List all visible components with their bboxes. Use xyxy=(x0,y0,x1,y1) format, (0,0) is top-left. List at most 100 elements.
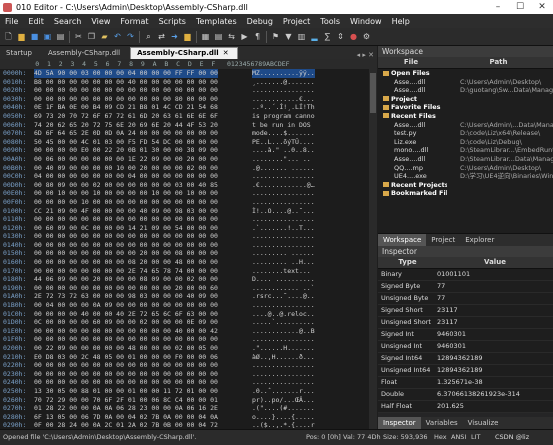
hex-bytes[interactable]: 2E 72 73 72 63 00 00 00 98 03 00 00 00 4… xyxy=(34,292,218,301)
hex-ascii[interactable]: pr)..po/...ŒÄ... xyxy=(252,396,315,405)
tab-visualize[interactable]: Visualize xyxy=(463,417,504,429)
inspector-value[interactable]: 12894362189 xyxy=(437,353,553,364)
hex-bytes[interactable]: 00 00 00 00 E0 00 22 20 0B 01 30 00 00 3… xyxy=(34,146,218,155)
workspace-file-item[interactable]: UE4....exe D:\学习\UE4逆向\Binaries\Win64\Deb… xyxy=(378,172,553,181)
menu-edit[interactable]: Edit xyxy=(23,17,49,26)
inspector-value[interactable]: 9460301 xyxy=(437,341,553,352)
calculator-icon[interactable]: ▥ xyxy=(296,31,307,42)
hex-row[interactable]: 0160h: 00 00 00 00 00 00 00 00 08 20 00 0… xyxy=(0,258,377,267)
goto-icon[interactable]: ➜ xyxy=(169,31,180,42)
format-icon[interactable]: ¶ xyxy=(252,31,263,42)
hex-row[interactable]: 0030h: 00 00 00 00 00 00 00 00 00 00 00 0… xyxy=(0,95,377,104)
hex-row[interactable]: 01D0h: 0C 00 00 00 00 60 09 00 00 02 00 0… xyxy=(0,318,377,327)
move-icon[interactable]: ⇕ xyxy=(335,31,346,42)
hex-ascii[interactable]: .0..ˆ.......r... xyxy=(252,387,315,396)
tab-nav-icons[interactable]: ◂ ▸ ✕ xyxy=(357,51,377,59)
histogram-icon[interactable]: ▂ xyxy=(309,31,320,42)
hex-bytes[interactable]: 13 30 05 00 88 01 00 00 01 00 00 11 72 0… xyxy=(34,387,218,396)
hex-bytes[interactable]: 00 22 09 00 00 00 00 00 48 00 00 00 02 0… xyxy=(34,344,218,353)
hex-row[interactable]: 00D0h: 00 80 09 00 00 02 00 00 00 00 00 0… xyxy=(0,181,377,190)
hex-ascii[interactable]: ................ xyxy=(252,361,315,370)
inspector-row[interactable]: Unsigned Byte 77 xyxy=(378,293,553,305)
minimize-button[interactable]: – xyxy=(487,2,509,12)
hex-row[interactable]: 0050h: 69 73 20 70 72 6F 67 72 61 6D 20 6… xyxy=(0,112,377,121)
hex-ascii[interactable]: ................ xyxy=(252,172,315,181)
inspector-row[interactable]: Signed Int64 12894362189 xyxy=(378,353,553,365)
inspector-value[interactable]: 01001101 xyxy=(437,269,553,280)
hex-ascii[interactable]: .rsrc...˜....@.. xyxy=(252,292,315,301)
hex-bytes[interactable]: 00 40 09 00 00 00 00 10 00 20 00 00 00 0… xyxy=(34,164,218,173)
hex-row[interactable]: 00F0h: 00 00 00 00 10 00 00 00 00 00 00 0… xyxy=(0,198,377,207)
hex-ascii[interactable]: ................ xyxy=(252,189,315,198)
workspace-section[interactable]: Recent Files xyxy=(378,112,553,121)
hex-ascii[interactable]: D.... .......... xyxy=(252,275,315,284)
hex-bytes[interactable]: 70 72 29 00 00 70 6F 2F 01 00 06 8C C4 0… xyxy=(34,396,218,405)
col-path[interactable]: Path xyxy=(444,57,553,68)
workspace-file-item[interactable]: Asse....dll C:\Users\Admin\...Data\Manage… xyxy=(378,121,553,130)
menu-format[interactable]: Format xyxy=(115,17,153,26)
next-bookmark-icon[interactable]: ▼ xyxy=(283,31,294,42)
hex-bytes[interactable]: 00 00 00 00 00 00 00 00 00 00 00 00 20 0… xyxy=(34,284,218,293)
menu-project[interactable]: Project xyxy=(278,17,315,26)
hex-row[interactable]: 0080h: 50 45 00 00 4C 01 03 00 F5 FD 54 D… xyxy=(0,138,377,147)
workspace-file-item[interactable]: Asse....dll C:\Users\Admin\Desktop\ xyxy=(378,78,553,87)
tab-workspace[interactable]: Workspace xyxy=(378,234,427,246)
hex-bytes[interactable]: 0E 1F BA 0E 00 B4 09 CD 21 B8 01 4C CD 2… xyxy=(34,103,218,112)
tab-assembly-1[interactable]: Assembly-CSharp.dll xyxy=(42,48,128,59)
hex-ascii[interactable]: o....}....{..... xyxy=(252,413,315,422)
hex-ascii[interactable]: PE..L...õýTÜ.... xyxy=(252,138,315,147)
hex-bytes[interactable]: 00 00 00 00 00 00 00 00 00 00 00 00 00 0… xyxy=(34,378,218,387)
find-icon[interactable]: ⌕ xyxy=(143,31,154,42)
hex-row[interactable]: 01B0h: 00 04 00 00 00 0A 09 00 00 00 00 0… xyxy=(0,301,377,310)
undo-icon[interactable]: ↶ xyxy=(112,31,123,42)
hex-row[interactable]: 00C0h: 04 00 00 00 00 00 00 00 04 00 00 0… xyxy=(0,172,377,181)
inspector-row[interactable]: Signed Short 23117 xyxy=(378,305,553,317)
hex-row[interactable]: 0210h: E0 D8 03 00 2C 48 05 00 01 00 00 0… xyxy=(0,353,377,362)
hex-row[interactable]: 00A0h: 00 06 00 00 00 00 00 00 1E 22 09 0… xyxy=(0,155,377,164)
hex-bytes[interactable]: 0F 00 28 24 00 0A 2C 01 2A 02 7B 0B 00 0… xyxy=(34,421,218,429)
hex-ascii[interactable]: ..º..´.Í!¸.LÍ!Th xyxy=(252,103,315,112)
tab-project[interactable]: Project xyxy=(426,234,460,246)
hex-bytes[interactable]: 00 04 00 00 00 0A 09 00 00 00 00 00 00 0… xyxy=(34,301,218,310)
paste-icon[interactable]: ▰ xyxy=(99,31,110,42)
hex-bytes[interactable]: 01 28 22 00 00 0A 0A 06 28 23 00 00 0A 0… xyxy=(34,404,218,413)
menu-file[interactable]: File xyxy=(0,17,23,26)
hex-bytes[interactable]: 00 80 09 00 00 02 00 00 00 00 00 00 03 0… xyxy=(34,181,218,190)
replace-icon[interactable]: ⇄ xyxy=(156,31,167,42)
text-mode-icon[interactable]: ▤ xyxy=(213,31,224,42)
compare-icon[interactable]: ⇆ xyxy=(226,31,237,42)
inspector-value[interactable]: 12894362189 xyxy=(437,365,553,376)
hex-row[interactable]: 0090h: 00 00 00 00 E0 00 22 20 0B 01 30 0… xyxy=(0,146,377,155)
hex-row[interactable]: 0140h: 00 00 00 00 00 00 00 00 00 00 00 0… xyxy=(0,241,377,250)
hex-bytes[interactable]: 0C 00 00 00 00 60 09 00 00 02 00 00 00 0… xyxy=(34,318,218,327)
hex-ascii[interactable]: ................ xyxy=(252,232,315,241)
hex-bytes[interactable]: 00 00 00 00 00 00 00 00 2E 74 65 78 74 0… xyxy=(34,267,218,276)
workspace-file-item[interactable]: test.py D:\code\Liz\x64\Release\ xyxy=(378,129,553,138)
copy-icon[interactable]: ❐ xyxy=(86,31,97,42)
workspace-file-item[interactable]: Asse....dll D:\guotang\Sw...Data\Managed\ xyxy=(378,86,553,95)
menu-search[interactable]: Search xyxy=(49,17,86,26)
hex-ascii[interactable]: ........text... xyxy=(252,267,311,276)
hex-bytes[interactable]: CC 21 09 00 4F 00 00 00 00 40 09 00 98 0… xyxy=(34,207,218,216)
hex-row[interactable]: 0280h: 6F 13 05 00 06 7D 0A 00 04 02 7B 0… xyxy=(0,413,377,422)
hex-bytes[interactable]: 00 00 00 00 00 00 00 00 00 00 00 00 00 0… xyxy=(34,232,218,241)
hex-ascii[interactable]: .....`.......... xyxy=(252,318,315,327)
workspace-file-item[interactable]: Asse....dll D:\SteamLibrar...Data\Managed… xyxy=(378,155,553,164)
hex-ascii[interactable]: ..($..,.*.{....r xyxy=(252,421,315,429)
hex-row[interactable]: 0180h: 44 06 09 00 00 20 00 00 00 08 09 0… xyxy=(0,275,377,284)
print-icon[interactable]: ▤ xyxy=(55,31,66,42)
hex-row[interactable]: 0270h: 01 28 22 00 00 0A 0A 06 28 23 00 0… xyxy=(0,404,377,413)
inspector-value[interactable]: 23117 xyxy=(437,317,553,328)
inspector-row[interactable]: Unsigned Int64 12894362189 xyxy=(378,365,553,377)
hex-bytes[interactable]: 00 00 00 00 10 00 00 00 00 00 00 00 00 0… xyxy=(34,198,218,207)
hex-bytes[interactable]: 00 00 00 00 00 00 00 00 00 00 00 00 00 0… xyxy=(34,361,218,370)
redo-icon[interactable]: ↷ xyxy=(125,31,136,42)
vertical-scrollbar[interactable] xyxy=(369,69,377,429)
hex-bytes[interactable]: 00 60 09 00 0C 00 00 00 14 21 09 00 54 0… xyxy=(34,224,218,233)
hex-row[interactable]: 0220h: 00 00 00 00 00 00 00 00 00 00 00 0… xyxy=(0,361,377,370)
workspace-file-item[interactable]: Liz.exe D:\code\Liz\Debug\ xyxy=(378,138,553,147)
hex-ascii[interactable]: ................ xyxy=(252,370,315,379)
hex-ascii[interactable]: is program canno xyxy=(252,112,315,121)
settings-icon[interactable]: ⚙ xyxy=(361,31,372,42)
hex-row[interactable]: 01A0h: 2E 72 73 72 63 00 00 00 98 03 00 0… xyxy=(0,292,377,301)
